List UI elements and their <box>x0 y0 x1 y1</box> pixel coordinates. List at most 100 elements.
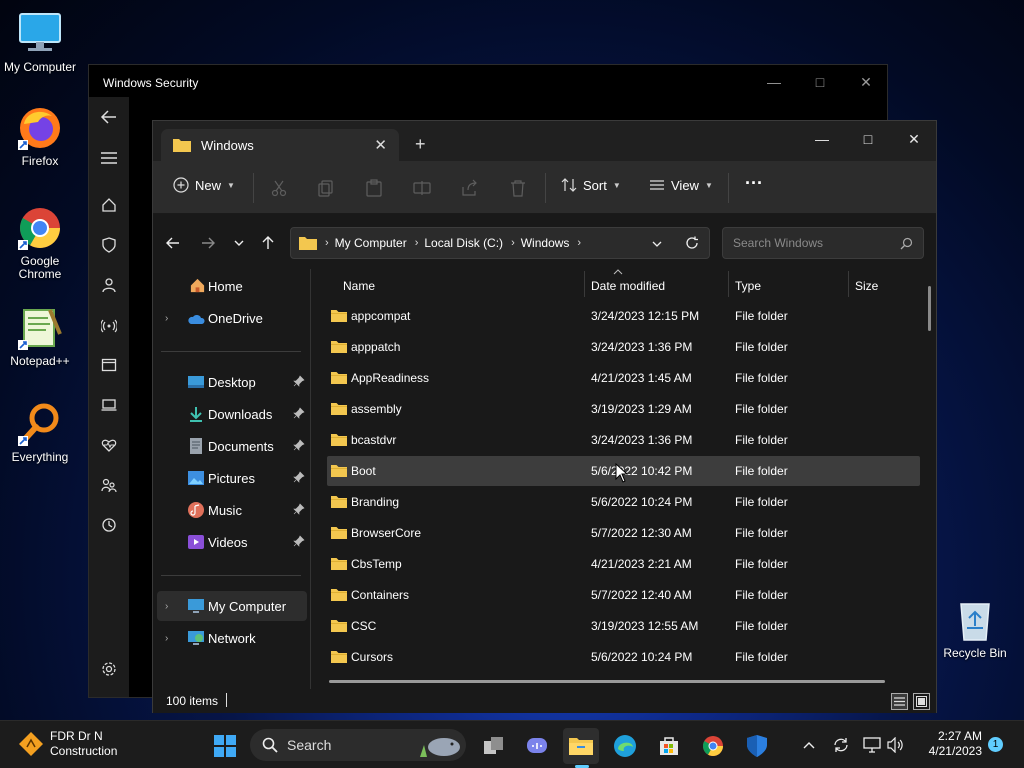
health-icon[interactable] <box>97 433 121 457</box>
table-row[interactable]: AppReadiness 4/21/2023 1:45 AM File fold… <box>327 363 920 393</box>
store-button[interactable] <box>651 728 687 764</box>
column-divider[interactable] <box>848 271 849 297</box>
new-tab-button[interactable]: + <box>415 135 426 153</box>
close-button[interactable]: ✕ <box>843 69 889 95</box>
taskbar-search[interactable]: Search <box>250 729 466 761</box>
share-icon[interactable] <box>460 178 480 198</box>
windows-security-taskbar-button[interactable] <box>739 728 775 764</box>
desktop-icon-everything[interactable]: Everything <box>0 400 80 464</box>
tab-windows[interactable]: Windows ✕ <box>161 129 399 161</box>
rename-icon[interactable] <box>412 178 432 198</box>
nav-item-onedrive[interactable]: › OneDrive <box>157 303 307 333</box>
table-row[interactable]: BrowserCore 5/7/2022 12:30 AM File folde… <box>327 518 920 548</box>
table-row[interactable]: CbsTemp 4/21/2023 2:21 AM File folder <box>327 549 920 579</box>
table-row[interactable]: Branding 5/6/2022 10:24 PM File folder <box>327 487 920 517</box>
address-dropdown-icon[interactable] <box>651 238 663 250</box>
table-row[interactable]: apppatch 3/24/2023 1:36 PM File folder <box>327 332 920 362</box>
wifi-icon[interactable] <box>97 313 121 337</box>
start-button[interactable] <box>207 728 243 764</box>
up-button[interactable] <box>258 233 278 253</box>
more-options-button[interactable]: ··· <box>745 173 763 194</box>
new-button[interactable]: New ▼ <box>173 177 235 193</box>
clock[interactable]: 2:27 AM 4/21/2023 <box>912 729 982 759</box>
breadcrumb-local-disk[interactable]: Local Disk (C:) <box>424 236 503 250</box>
desktop-icon-my-computer[interactable]: My Computer <box>0 10 80 74</box>
horizontal-scrollbar[interactable] <box>329 680 885 683</box>
minimize-button[interactable]: — <box>751 69 797 95</box>
desktop-icon-notepadpp[interactable]: Notepad++ <box>0 304 80 368</box>
address-bar[interactable]: › My Computer › Local Disk (C:) › Window… <box>290 227 710 259</box>
table-row[interactable]: appcompat 3/24/2023 12:15 PM File folder <box>327 301 920 331</box>
chrome-taskbar-button[interactable] <box>695 728 731 764</box>
column-header-type[interactable]: Type <box>735 271 845 301</box>
search-box[interactable]: Search Windows <box>722 227 924 259</box>
expand-arrow-icon[interactable]: › <box>165 633 168 644</box>
account-icon[interactable] <box>97 273 121 297</box>
show-hidden-icons-button[interactable] <box>799 735 819 755</box>
delete-icon[interactable] <box>508 178 528 198</box>
close-tab-icon[interactable]: ✕ <box>374 136 387 154</box>
expand-arrow-icon[interactable]: › <box>165 313 168 324</box>
breadcrumb-my-computer[interactable]: My Computer <box>335 236 407 250</box>
recent-locations-button[interactable] <box>229 233 249 253</box>
table-row[interactable]: assembly 3/19/2023 1:29 AM File folder <box>327 394 920 424</box>
edge-button[interactable] <box>607 728 643 764</box>
nav-item-desktop[interactable]: Desktop <box>157 367 307 397</box>
history-icon[interactable] <box>97 513 121 537</box>
menu-icon[interactable] <box>97 146 121 170</box>
forward-button[interactable] <box>198 233 218 253</box>
nav-item-home[interactable]: Home <box>157 271 307 301</box>
nav-item-pictures[interactable]: Pictures <box>157 463 307 493</box>
sync-status-button[interactable] <box>831 735 851 755</box>
refresh-icon[interactable] <box>685 236 699 250</box>
view-button[interactable]: View ▼ <box>649 177 713 193</box>
nav-item-videos[interactable]: Videos <box>157 527 307 557</box>
nav-item-music[interactable]: Music <box>157 495 307 525</box>
nav-item-network[interactable]: › Network <box>157 623 307 653</box>
table-row[interactable]: Cursors 5/6/2022 10:24 PM File folder <box>327 642 920 672</box>
details-view-button[interactable] <box>891 693 908 710</box>
settings-icon[interactable] <box>97 657 121 681</box>
vertical-scrollbar[interactable] <box>928 286 931 331</box>
maximize-button[interactable]: □ <box>797 69 843 95</box>
desktop-icon-chrome[interactable]: Google Chrome <box>0 204 80 281</box>
device-icon[interactable] <box>97 393 121 417</box>
task-view-button[interactable] <box>476 728 512 764</box>
sort-button[interactable]: Sort ▼ <box>561 177 621 193</box>
back-button[interactable] <box>163 233 183 253</box>
column-header-date[interactable]: Date modified <box>591 271 727 301</box>
file-explorer-window[interactable]: Windows ✕ + — □ ✕ New ▼ Sort ▼ View ▼ ··… <box>152 120 937 713</box>
chevron-down-icon: ▼ <box>612 180 621 190</box>
family-icon[interactable] <box>97 473 121 497</box>
teams-chat-button[interactable] <box>519 728 555 764</box>
table-row[interactable]: bcastdvr 3/24/2023 1:36 PM File folder <box>327 425 920 455</box>
column-header-size[interactable]: Size <box>855 271 915 301</box>
breadcrumb-windows[interactable]: Windows <box>521 236 570 250</box>
nav-item-documents[interactable]: Documents <box>157 431 307 461</box>
desktop-icon-firefox[interactable]: Firefox <box>0 104 80 168</box>
cut-icon[interactable] <box>269 178 289 198</box>
volume-button[interactable] <box>886 735 906 755</box>
tiles-view-button[interactable] <box>913 693 930 710</box>
network-button[interactable] <box>862 735 882 755</box>
shield-icon[interactable] <box>97 233 121 257</box>
expand-arrow-icon[interactable]: › <box>165 601 168 612</box>
back-arrow-icon[interactable] <box>97 105 121 129</box>
copy-icon[interactable] <box>316 178 336 198</box>
column-header-name[interactable]: Name <box>343 271 583 301</box>
column-divider[interactable] <box>728 271 729 297</box>
minimize-button[interactable]: — <box>799 125 845 153</box>
home-icon[interactable] <box>97 193 121 217</box>
close-button[interactable]: ✕ <box>891 125 937 153</box>
desktop-icon-recycle-bin[interactable]: Recycle Bin <box>935 596 1015 660</box>
column-divider[interactable] <box>584 271 585 297</box>
nav-item-downloads[interactable]: Downloads <box>157 399 307 429</box>
table-row[interactable]: CSC 3/19/2023 12:55 AM File folder <box>327 611 920 641</box>
table-row[interactable]: Containers 5/7/2022 12:40 AM File folder <box>327 580 920 610</box>
notification-badge[interactable]: 1 <box>988 737 1003 752</box>
app-browser-icon[interactable] <box>97 353 121 377</box>
maximize-button[interactable]: □ <box>845 125 891 153</box>
file-explorer-taskbar-button[interactable] <box>563 728 599 764</box>
nav-item-my-computer[interactable]: › My Computer <box>157 591 307 621</box>
paste-icon[interactable] <box>364 178 384 198</box>
